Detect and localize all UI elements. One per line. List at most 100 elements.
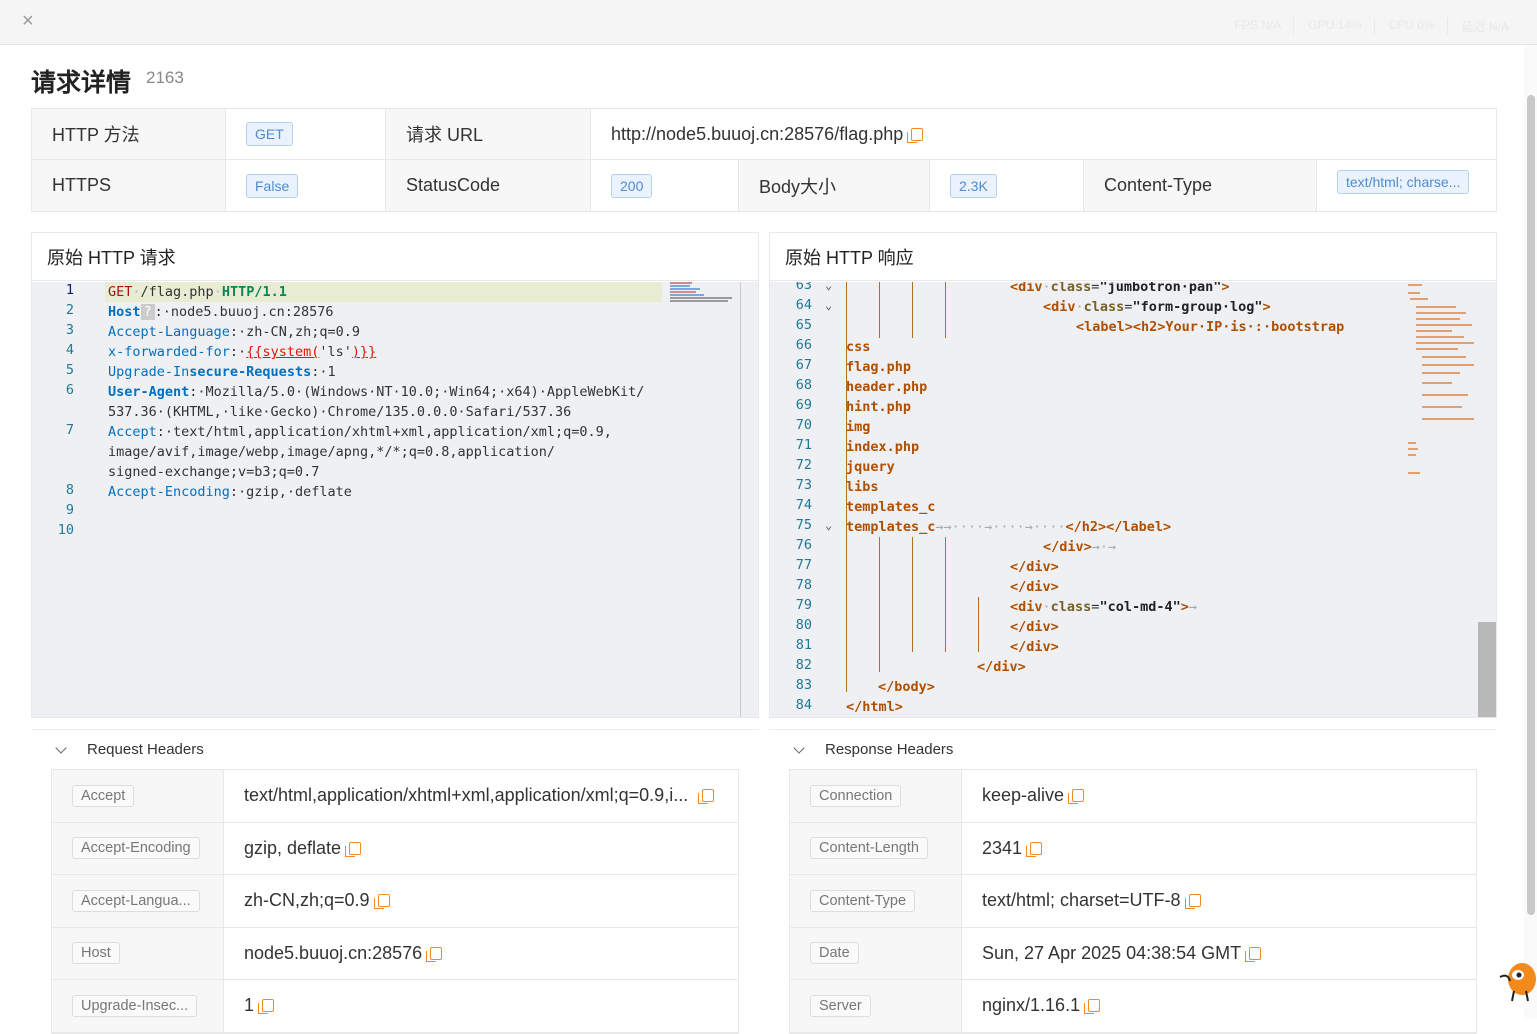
perf-stats: FPS N/A GPU 14% CPU 0% 延迟 N/A bbox=[1235, 18, 1521, 35]
code-line: css bbox=[846, 339, 871, 355]
response-headers-section: Response Headers Connection keep-alive Co… bbox=[769, 729, 1497, 1034]
perf-cpu: CPU 0% bbox=[1389, 18, 1448, 35]
table-row: Server nginx/1.16.1 bbox=[790, 980, 1476, 1033]
response-headers-title: Response Headers bbox=[825, 741, 954, 758]
line-number: 74 bbox=[795, 497, 812, 513]
copy-icon[interactable] bbox=[345, 841, 362, 857]
indent-guide bbox=[945, 282, 946, 338]
line-number: 7 bbox=[65, 422, 74, 438]
indent-guide bbox=[912, 537, 913, 652]
copy-icon[interactable] bbox=[1184, 894, 1201, 910]
summary-row: HTTPS False StatusCode 200 Body大小 2.3K C… bbox=[32, 160, 1496, 211]
header-value-cell: gzip, deflate bbox=[224, 823, 738, 875]
status-tag: 200 bbox=[611, 173, 653, 198]
code-line: libs bbox=[846, 479, 879, 495]
code-line: <div·class="col-md-4">→ bbox=[1010, 599, 1197, 615]
request-headers-table: Accept text/html,application/xhtml+xml,ap… bbox=[51, 769, 739, 1034]
header-value: keep-alive bbox=[982, 785, 1065, 806]
line-number: 4 bbox=[65, 342, 74, 358]
request-headers-toggle[interactable]: Request Headers bbox=[31, 729, 759, 769]
close-icon[interactable]: × bbox=[22, 10, 34, 33]
code-line: img bbox=[846, 419, 871, 435]
response-headers-toggle[interactable]: Response Headers bbox=[769, 729, 1497, 769]
copy-icon[interactable] bbox=[907, 127, 924, 143]
header-key-cell: Date bbox=[790, 927, 962, 979]
copy-icon[interactable] bbox=[258, 999, 275, 1015]
line-number: 63 bbox=[795, 282, 812, 293]
summary-row: HTTP 方法 GET 请求 URL http://node5.buuoj.cn… bbox=[32, 109, 1496, 160]
line-number: 75 bbox=[795, 517, 812, 533]
response-headers-table: Connection keep-alive Content-Length 2341 … bbox=[789, 769, 1477, 1034]
editor-minimap[interactable] bbox=[670, 282, 740, 302]
code-line: </div>→·→ bbox=[1043, 539, 1117, 555]
https-label: HTTPS bbox=[32, 160, 226, 211]
raw-response-editor[interactable]: 63 64 65 66 67 68 69 70 71 72 73 74 75 7… bbox=[770, 282, 1496, 717]
code-line: </div> bbox=[977, 659, 1026, 675]
header-key: Content-Length bbox=[810, 837, 928, 860]
indent-guide bbox=[978, 597, 979, 652]
indent-guide bbox=[879, 282, 880, 338]
editor-minimap[interactable] bbox=[1408, 282, 1474, 482]
request-summary-table: HTTP 方法 GET 请求 URL http://node5.buuoj.cn… bbox=[31, 108, 1497, 212]
header-key-cell: Connection bbox=[790, 770, 962, 822]
perf-fps: FPS N/A bbox=[1235, 18, 1295, 35]
code-line: x-forwarded-for:·{{system('ls')}} bbox=[108, 344, 377, 360]
indent-guide bbox=[912, 282, 913, 338]
table-row: Host node5.buuoj.cn:28576 bbox=[52, 927, 738, 980]
page-title: 请求详情 bbox=[31, 68, 132, 97]
code-line: <div·class="jumbotron·pan"> bbox=[1010, 282, 1230, 295]
https-cell: False bbox=[226, 160, 386, 211]
copy-icon[interactable] bbox=[1245, 946, 1262, 962]
line-number: 3 bbox=[65, 322, 74, 338]
copy-icon[interactable] bbox=[1026, 841, 1043, 857]
copy-icon[interactable] bbox=[1084, 999, 1101, 1015]
code-line: </div> bbox=[1010, 579, 1059, 595]
header-value-cell: keep-alive bbox=[962, 770, 1476, 822]
raw-request-editor[interactable]: 1 2 3 4 5 6 7 8 9 10 GET·/flag.php·HTTP/… bbox=[32, 282, 758, 717]
header-key: Host bbox=[72, 942, 120, 965]
raw-request-panel: 原始 HTTP 请求 1 2 3 4 5 6 7 8 9 10 GET·/fla… bbox=[31, 232, 759, 718]
method-label: HTTP 方法 bbox=[32, 109, 226, 159]
page-scrollbar[interactable] bbox=[1524, 45, 1537, 1018]
body-cell: 2.3K bbox=[930, 160, 1084, 211]
url-value: http://node5.buuoj.cn:28576/flag.php bbox=[611, 123, 904, 144]
copy-icon[interactable] bbox=[698, 789, 715, 805]
line-number: 72 bbox=[795, 457, 812, 473]
copy-icon[interactable] bbox=[426, 946, 443, 962]
code-line: </div> bbox=[1010, 639, 1059, 655]
raw-response-panel: 原始 HTTP 响应 63 64 65 66 67 68 69 70 71 72… bbox=[769, 232, 1497, 718]
perf-latency: 延迟 N/A bbox=[1461, 20, 1509, 34]
mascot-icon[interactable] bbox=[1496, 955, 1537, 1005]
copy-icon[interactable] bbox=[1068, 789, 1085, 805]
code-line: jquery bbox=[846, 459, 895, 475]
request-id: 2163 bbox=[146, 68, 184, 87]
copy-icon[interactable] bbox=[373, 894, 390, 910]
line-number: 79 bbox=[795, 597, 812, 613]
header-value: text/html; charset=UTF-8 bbox=[982, 890, 1181, 911]
line-number: 1 bbox=[65, 282, 74, 298]
header-value: zh-CN,zh;q=0.9 bbox=[244, 890, 370, 911]
header-key: Accept-Langua... bbox=[72, 889, 200, 912]
code-line: flag.php bbox=[846, 359, 912, 375]
header-key: Date bbox=[810, 942, 859, 965]
method-cell: GET bbox=[226, 109, 386, 159]
code-line: Accept:·text/html,application/xhtml+xml,… bbox=[108, 424, 612, 440]
header-key: Upgrade-Insec... bbox=[72, 994, 198, 1017]
page-scrollbar-thumb[interactable] bbox=[1527, 95, 1535, 915]
indent-guide bbox=[945, 537, 946, 652]
fold-chevron-icon[interactable]: ⌄ bbox=[825, 282, 832, 292]
code-line: index.php bbox=[846, 439, 920, 455]
header-value: gzip, deflate bbox=[244, 837, 342, 858]
code-line: signed-exchange;v=b3;q=0.7 bbox=[108, 464, 320, 480]
line-number: 80 bbox=[795, 617, 812, 633]
ctype-cell: text/html; charse... bbox=[1317, 160, 1496, 211]
header-value-cell: node5.buuoj.cn:28576 bbox=[224, 928, 738, 980]
line-number: 5 bbox=[65, 362, 74, 378]
line-number: 10 bbox=[57, 522, 74, 538]
fold-chevron-icon[interactable]: ⌄ bbox=[825, 298, 832, 312]
fold-chevron-icon[interactable]: ⌄ bbox=[825, 518, 832, 532]
code-line: </div> bbox=[1010, 619, 1059, 635]
editor-scrollbar-thumb[interactable] bbox=[1478, 622, 1496, 717]
line-number: 6 bbox=[65, 382, 74, 398]
line-number: 77 bbox=[795, 557, 812, 573]
